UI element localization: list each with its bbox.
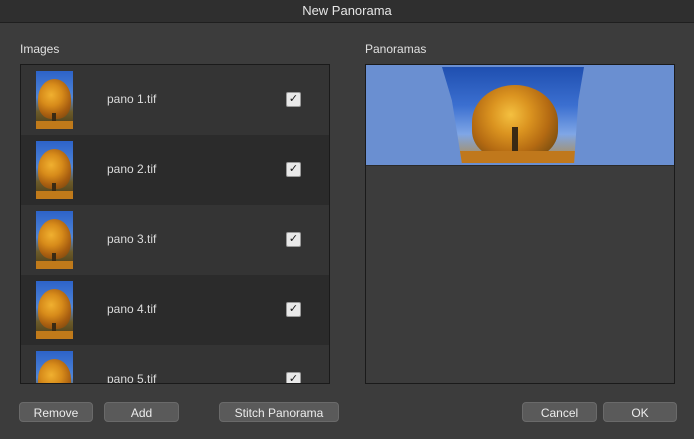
include-checkbox[interactable]: ✓: [286, 302, 301, 317]
image-filename: pano 2.tif: [107, 162, 157, 176]
image-filename: pano 1.tif: [107, 92, 157, 106]
image-thumbnail: [36, 211, 73, 269]
add-button[interactable]: Add: [104, 402, 179, 422]
stitch-panorama-button[interactable]: Stitch Panorama: [219, 402, 339, 422]
include-checkbox[interactable]: ✓: [286, 92, 301, 107]
include-checkbox[interactable]: ✓: [286, 232, 301, 247]
list-item[interactable]: pano 2.tif ✓: [21, 135, 329, 205]
images-list[interactable]: pano 1.tif ✓ pano 2.tif ✓ pano 3.tif ✓ p…: [20, 64, 330, 384]
list-item[interactable]: pano 5.tif ✓: [21, 345, 329, 384]
panoramas-label: Panoramas: [365, 42, 427, 56]
panoramas-list[interactable]: [365, 64, 675, 384]
image-filename: pano 5.tif: [107, 372, 157, 384]
image-filename: pano 3.tif: [107, 232, 157, 246]
images-label: Images: [20, 42, 60, 56]
image-thumbnail: [36, 141, 73, 199]
image-thumbnail: [36, 351, 73, 383]
image-thumbnail: [36, 281, 73, 339]
list-item[interactable]: pano 3.tif ✓: [21, 205, 329, 275]
ok-button[interactable]: OK: [603, 402, 677, 422]
cancel-button[interactable]: Cancel: [522, 402, 597, 422]
image-thumbnail: [36, 71, 73, 129]
list-item[interactable]: pano 1.tif ✓: [21, 65, 329, 135]
include-checkbox[interactable]: ✓: [286, 162, 301, 177]
remove-button[interactable]: Remove: [19, 402, 93, 422]
list-item[interactable]: pano 4.tif ✓: [21, 275, 329, 345]
panorama-image: [442, 67, 584, 163]
panorama-preview[interactable]: [366, 65, 674, 166]
window-title: New Panorama: [0, 0, 694, 23]
include-checkbox[interactable]: ✓: [286, 372, 301, 383]
image-filename: pano 4.tif: [107, 302, 157, 316]
